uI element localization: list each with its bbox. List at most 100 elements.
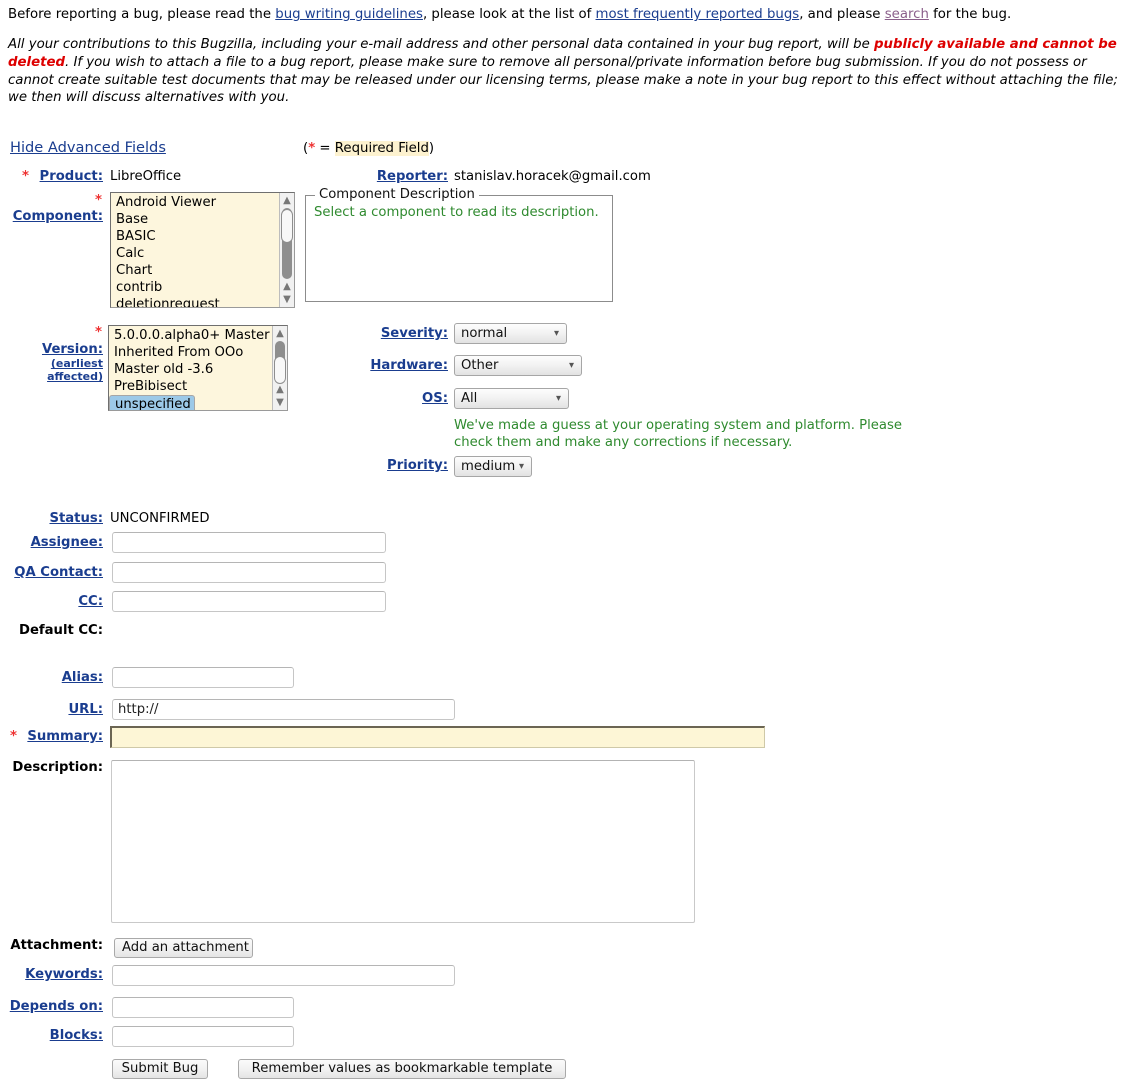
intro-line: Before reporting a bug, please read the … <box>8 6 1134 23</box>
bug-writing-guidelines-link[interactable]: bug writing guidelines <box>275 7 423 22</box>
warning-text-b: . If you wish to attach a file to a bug … <box>8 54 1118 106</box>
list-item[interactable]: unspecified <box>109 395 195 410</box>
priority-select[interactable]: medium ▾ <box>454 456 532 477</box>
os-select[interactable]: All ▾ <box>454 388 569 409</box>
intro-text-b: , please look at the list of <box>422 7 596 22</box>
scroll-down-half-icon[interactable]: ▲ <box>280 280 294 293</box>
version-required-star-icon: * <box>95 325 103 340</box>
version-label: Version: <box>41 342 103 357</box>
chevron-down-icon: ▾ <box>553 328 559 339</box>
advanced-fields-header: Hide Advanced Fields (* = Required Field… <box>0 139 1142 163</box>
required-field-text: Required Field <box>334 141 429 156</box>
intro-text-d: for the bug. <box>928 7 1012 22</box>
url-input[interactable]: http:// <box>112 699 455 720</box>
depends-on-input[interactable] <box>112 997 294 1018</box>
severity-selected-value: normal <box>461 326 508 341</box>
scroll-up-icon[interactable]: ▲ <box>280 194 294 207</box>
scroll-down-half-icon[interactable]: ▲ <box>273 383 287 396</box>
scroll-down-icon[interactable]: ▼ <box>273 396 287 409</box>
list-item[interactable]: Inherited From OOo <box>109 344 273 361</box>
cc-input[interactable] <box>112 591 386 612</box>
hide-advanced-fields-link[interactable]: Hide Advanced Fields <box>10 139 166 156</box>
qa-contact-input[interactable] <box>112 562 386 583</box>
scrollbar-thumb[interactable] <box>281 209 293 243</box>
equals-text: = <box>315 141 335 156</box>
reporter-label: Reporter: <box>376 169 448 184</box>
cc-label: CC: <box>78 594 103 609</box>
hardware-selected-value: Other <box>461 358 499 373</box>
scroll-up-icon[interactable]: ▲ <box>273 327 287 340</box>
keywords-label: Keywords: <box>25 967 103 982</box>
blocks-input[interactable] <box>112 1026 294 1047</box>
submit-bug-button[interactable]: Submit Bug <box>112 1059 208 1079</box>
search-link[interactable]: search <box>885 7 929 22</box>
list-item[interactable]: contrib <box>111 279 223 296</box>
remember-values-button[interactable]: Remember values as bookmarkable template <box>238 1059 566 1079</box>
list-item[interactable]: Master old -3.6 <box>109 361 273 378</box>
product-value: LibreOffice <box>110 169 182 184</box>
assignee-input[interactable] <box>112 532 386 553</box>
priority-label: Priority: <box>387 458 448 473</box>
intro-block: Before reporting a bug, please read the … <box>0 0 1142 107</box>
component-label: Component: <box>12 209 103 224</box>
privacy-warning: All your contributions to this Bugzilla,… <box>8 36 1134 107</box>
hardware-select[interactable]: Other ▾ <box>454 355 582 376</box>
summary-label: Summary: <box>27 729 103 744</box>
default-cc-label: Default CC: <box>19 623 103 638</box>
component-description-legend: Component Description <box>315 187 479 202</box>
required-field-legend: (* = Required Field) <box>303 141 434 156</box>
depends-on-label: Depends on: <box>9 999 103 1014</box>
os-selected-value: All <box>461 391 478 406</box>
assignee-label: Assignee: <box>30 535 103 550</box>
scrollbar-thumb[interactable] <box>274 356 286 384</box>
summary-input[interactable] <box>110 726 765 748</box>
version-option-list: 5.0.0.0.alpha0+ Master Inherited From OOo… <box>109 326 273 410</box>
blocks-label: Blocks: <box>49 1028 103 1043</box>
hardware-label: Hardware: <box>370 358 448 373</box>
list-item[interactable]: Android Viewer <box>111 194 223 211</box>
component-scrollbar[interactable]: ▲ ▲ ▼ <box>279 193 294 307</box>
description-label: Description: <box>12 760 103 775</box>
list-item[interactable]: BASIC <box>111 228 223 245</box>
qa-contact-label: QA Contact: <box>14 565 103 580</box>
add-attachment-button[interactable]: Add an attachment <box>114 938 253 958</box>
list-item[interactable]: Base <box>111 211 223 228</box>
description-textarea[interactable] <box>111 760 695 923</box>
component-description-fieldset: Component Description Select a component… <box>305 187 613 302</box>
chevron-down-icon: ▾ <box>518 461 524 472</box>
keywords-input[interactable] <box>112 965 455 986</box>
list-item[interactable]: 5.0.0.0.alpha0+ Master <box>109 327 273 344</box>
version-sublabel-affected: affected) <box>47 370 103 383</box>
os-label: OS: <box>422 391 448 406</box>
list-item[interactable]: deletionrequest <box>111 296 223 307</box>
severity-select[interactable]: normal ▾ <box>454 323 567 344</box>
intro-text-c: , and please <box>799 7 885 22</box>
version-sublabel-earliest: (earliest <box>50 357 103 370</box>
attachment-label: Attachment: <box>10 938 103 953</box>
status-label: Status: <box>49 511 103 526</box>
list-item[interactable]: Chart <box>111 262 223 279</box>
paren-close: ) <box>428 141 435 156</box>
version-listbox[interactable]: 5.0.0.0.alpha0+ Master Inherited From OOo… <box>108 325 288 411</box>
component-listbox[interactable]: Android Viewer Base BASIC Calc Chart contrib d… <box>110 192 295 308</box>
reporter-value: stanislav.horacek@gmail.com <box>454 169 651 184</box>
version-scrollbar[interactable]: ▲ ▲ ▼ <box>272 326 287 410</box>
alias-label: Alias: <box>61 670 103 685</box>
component-required-star-icon: * <box>95 193 103 208</box>
url-label: URL: <box>68 702 103 717</box>
os-guess-note: We've made a guess at your operating sys… <box>454 418 902 450</box>
severity-label: Severity: <box>380 326 448 341</box>
chevron-down-icon: ▾ <box>568 360 574 371</box>
intro-text-a: Before reporting a bug, please read the <box>8 7 276 22</box>
chevron-down-icon: ▾ <box>555 393 561 404</box>
alias-input[interactable] <box>112 667 294 688</box>
product-label: Product: <box>39 169 103 184</box>
component-option-list: Android Viewer Base BASIC Calc Chart contrib d… <box>111 193 223 307</box>
scroll-down-icon[interactable]: ▼ <box>280 293 294 306</box>
list-item[interactable]: PreBibisect <box>109 378 273 395</box>
warning-text-a: All your contributions to this Bugzilla,… <box>8 37 874 53</box>
most-frequently-reported-bugs-link[interactable]: most frequently reported bugs <box>596 7 800 22</box>
list-item[interactable]: Calc <box>111 245 223 262</box>
priority-selected-value: medium <box>461 459 516 474</box>
status-value: UNCONFIRMED <box>110 511 210 526</box>
